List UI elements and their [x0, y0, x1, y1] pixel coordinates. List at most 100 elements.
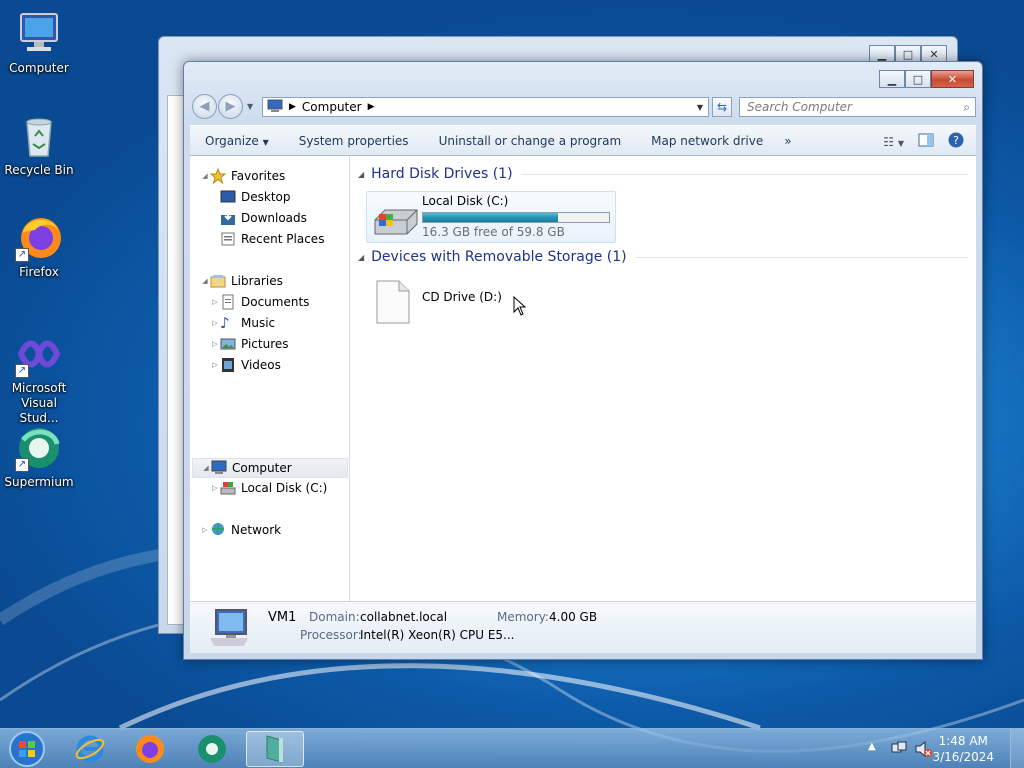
preview-pane-button[interactable] — [918, 133, 934, 150]
nav-network[interactable]: ▷ Network — [200, 522, 281, 538]
drive-local-disk-c[interactable]: Local Disk (C:) 16.3 GB free of 59.8 GB — [366, 191, 616, 243]
navigation-bar: ◀ ▶ ▼ ▶ Computer ▶ ▼ ⇆ Search Computer ⌕ — [192, 93, 976, 119]
taskbar: ▲ 1:48 AM 3/16/2024 — [0, 728, 1024, 768]
forward-button[interactable]: ▶ — [218, 93, 243, 119]
nav-documents[interactable]: ▷ Documents — [210, 294, 309, 310]
documents-icon — [220, 294, 236, 310]
nav-desktop[interactable]: Desktop — [220, 189, 291, 205]
group-divider — [634, 256, 968, 258]
taskbar-internet-explorer[interactable] — [64, 731, 116, 767]
nav-favorites[interactable]: ◢ Favorites — [200, 167, 285, 185]
desktop-icon-visual-studio[interactable]: ↗ Microsoft Visual Stud... — [0, 330, 78, 426]
volume-muted-icon[interactable] — [914, 740, 932, 761]
help-button[interactable]: ? — [948, 132, 964, 151]
group-header-hard-disk[interactable]: ◢ Hard Disk Drives (1) — [358, 166, 968, 182]
star-icon — [209, 167, 227, 185]
drive-cd-d[interactable]: CD Drive (D:) — [370, 276, 530, 326]
group-header-removable[interactable]: ◢ Devices with Removable Storage (1) — [358, 249, 968, 265]
downloads-icon — [220, 210, 236, 226]
search-icon[interactable]: ⌕ — [963, 100, 970, 115]
nav-computer-label: Computer — [232, 461, 292, 475]
minimize-button[interactable]: ▁ — [879, 70, 905, 88]
domain-label: Domain: — [309, 610, 360, 624]
libraries-icon — [210, 273, 226, 289]
expand-icon[interactable]: ◢ — [200, 172, 210, 180]
system-properties-button[interactable]: System properties — [284, 134, 424, 148]
group-removable-label: Devices with Removable Storage (1) — [371, 249, 627, 265]
navigation-pane: ◢ Favorites Desktop Downloads Recent Pla… — [190, 156, 350, 601]
processor-value: Intel(R) Xeon(R) CPU E5... — [360, 628, 515, 642]
svg-text:?: ? — [953, 134, 959, 147]
memory-label: Memory: — [497, 610, 549, 624]
firefox-icon — [136, 735, 164, 763]
taskbar-firefox[interactable] — [124, 731, 176, 767]
show-hidden-icons-button[interactable]: ▲ — [868, 741, 876, 752]
breadcrumb-arrow-icon[interactable]: ▶ — [368, 102, 375, 112]
explorer-window[interactable]: ▁ □ ✕ ◀ ▶ ▼ ▶ Computer ▶ ▼ ⇆ Search Comp… — [183, 61, 983, 660]
organize-button[interactable]: Organize ▼ — [190, 134, 284, 148]
nav-music[interactable]: ▷ ♪ Music — [210, 315, 275, 331]
collapsed-arrow-icon[interactable]: ▷ — [210, 361, 220, 369]
recent-places-icon — [220, 231, 236, 247]
collapsed-arrow-icon[interactable]: ▷ — [210, 319, 220, 327]
pictures-icon — [220, 336, 236, 352]
drive-usage-bar — [422, 212, 610, 223]
more-commands-button[interactable]: » — [778, 134, 797, 148]
nav-local-disk-label: Local Disk (C:) — [241, 481, 328, 495]
show-desktop-button[interactable] — [1010, 729, 1024, 768]
breadcrumb-arrow-icon[interactable]: ▶ — [289, 102, 296, 112]
nav-computer[interactable]: ◢ Computer — [192, 458, 348, 478]
nav-pictures[interactable]: ▷ Pictures — [210, 336, 288, 352]
address-bar[interactable]: ▶ Computer ▶ ▼ — [262, 97, 709, 117]
nav-libraries-label: Libraries — [231, 274, 283, 288]
desktop-icon-recycle-bin[interactable]: Recycle Bin — [0, 112, 78, 178]
group-divider — [520, 173, 968, 175]
collapse-group-icon[interactable]: ◢ — [358, 253, 364, 262]
videos-icon — [220, 357, 236, 373]
desktop-icon-supermium[interactable]: ↗ Supermium — [0, 424, 78, 490]
collapsed-arrow-icon[interactable]: ▷ — [210, 298, 220, 306]
nav-local-disk[interactable]: ▷ Local Disk (C:) — [210, 480, 327, 496]
change-view-button[interactable]: ☷ ▼ — [883, 135, 904, 149]
close-button[interactable]: ✕ — [931, 70, 974, 88]
network-tray-icon[interactable] — [890, 740, 908, 761]
back-button[interactable]: ◀ — [192, 93, 217, 119]
group-hard-disk-label: Hard Disk Drives (1) — [371, 166, 513, 182]
address-dropdown-icon[interactable]: ▼ — [692, 103, 708, 112]
desktop-icon-label: Supermium — [4, 475, 74, 489]
expand-icon[interactable]: ◢ — [201, 464, 211, 472]
system-clock[interactable]: 1:48 AM 3/16/2024 — [932, 733, 994, 765]
nav-downloads[interactable]: Downloads — [220, 210, 307, 226]
uninstall-program-button[interactable]: Uninstall or change a program — [424, 134, 637, 148]
maximize-button[interactable]: □ — [905, 70, 931, 88]
command-bar: Organize ▼ System properties Uninstall o… — [190, 125, 976, 156]
search-input[interactable]: Search Computer ⌕ — [739, 97, 976, 117]
collapsed-arrow-icon[interactable]: ▷ — [210, 340, 220, 348]
shortcut-arrow-icon: ↗ — [15, 364, 29, 378]
desktop-icon-firefox[interactable]: ↗ Firefox — [0, 214, 78, 280]
shortcut-arrow-icon: ↗ — [15, 248, 29, 262]
desktop-icon-computer[interactable]: Computer — [0, 10, 78, 76]
recent-pages-dropdown[interactable]: ▼ — [247, 102, 253, 111]
collapsed-arrow-icon[interactable]: ▷ — [200, 526, 210, 534]
domain-value: collabnet.local — [360, 610, 448, 624]
collapse-group-icon[interactable]: ◢ — [358, 170, 364, 179]
supermium-icon: ↗ — [15, 424, 63, 472]
taskbar-explorer-active[interactable] — [246, 731, 304, 767]
desktop-icon-label: Microsoft Visual Stud... — [11, 381, 67, 425]
nav-videos[interactable]: ▷ Videos — [210, 357, 281, 373]
breadcrumb-computer[interactable]: Computer — [302, 100, 362, 114]
desktop-icon-label: Computer — [9, 61, 69, 75]
refresh-button[interactable]: ⇆ — [712, 97, 732, 117]
start-button[interactable] — [2, 731, 52, 767]
nav-documents-label: Documents — [241, 295, 310, 309]
taskbar-supermium[interactable] — [186, 731, 238, 767]
nav-downloads-label: Downloads — [241, 211, 307, 225]
map-network-drive-button[interactable]: Map network drive — [636, 134, 778, 148]
nav-libraries[interactable]: ◢ Libraries — [200, 273, 283, 289]
clock-date: 3/16/2024 — [932, 750, 994, 764]
desktop-icon-label: Recycle Bin — [4, 163, 74, 177]
collapsed-arrow-icon[interactable]: ▷ — [210, 484, 220, 492]
expand-icon[interactable]: ◢ — [200, 277, 210, 285]
nav-recent-places[interactable]: Recent Places — [220, 231, 324, 247]
